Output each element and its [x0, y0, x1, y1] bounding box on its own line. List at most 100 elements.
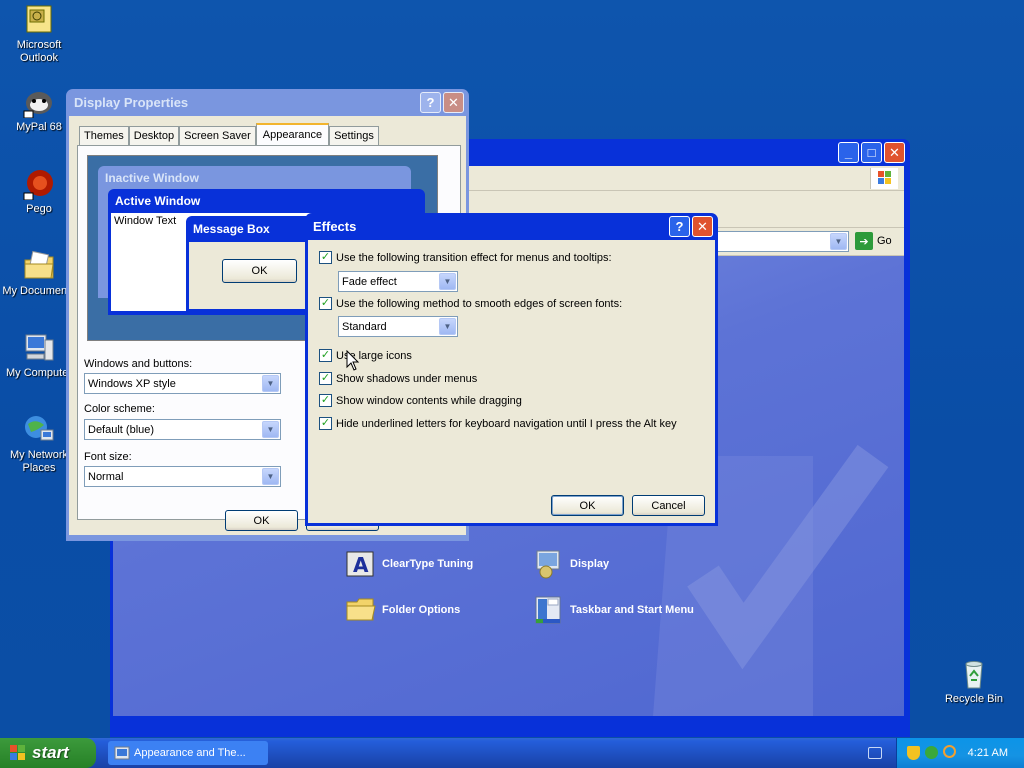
start-button[interactable]: start: [0, 738, 96, 768]
hide-underlines-checkbox[interactable]: ✓ Hide underlined letters for keyboard na…: [319, 417, 677, 430]
checkbox-label: Use the following method to smooth edges…: [336, 297, 623, 310]
desktop-icon-label: My Computer: [5, 367, 73, 379]
security-shield-icon[interactable]: [907, 746, 920, 760]
display-properties-titlebar[interactable]: Display Properties ? ✕: [69, 89, 466, 116]
smooth-edges-select[interactable]: Standard ▼: [338, 316, 458, 337]
desktop-icon-label: Recycle Bin: [944, 693, 1004, 705]
minimize-icon[interactable]: _: [838, 142, 859, 163]
network-icon[interactable]: [925, 746, 938, 759]
my-documents-icon: [23, 250, 55, 282]
cp-item-label: Taskbar and Start Menu: [570, 604, 694, 616]
taskbar: start Appearance and The... 4:21 AM: [0, 738, 1024, 768]
desktop-icon-label: Microsoft Outlook: [16, 39, 62, 64]
effects-dialog[interactable]: Effects ? ✕ ✓ Use the following transitio…: [305, 213, 718, 526]
cp-item-label: Folder Options: [382, 604, 461, 616]
menu-shadows-checkbox[interactable]: ✓ Show shadows under menus: [319, 372, 477, 385]
color-scheme-select[interactable]: Default (blue) ▼: [84, 419, 281, 440]
mypal-icon: [23, 86, 55, 119]
window-title: Effects: [313, 219, 357, 234]
effects-client: ✓ Use the following transition effect for…: [308, 240, 715, 523]
checkmark-icon: ✓: [319, 372, 332, 385]
tab-label: Screen Saver: [184, 130, 251, 142]
chevron-down-icon[interactable]: ▼: [439, 318, 456, 335]
close-icon[interactable]: ✕: [443, 92, 464, 113]
go-label: Go: [877, 235, 892, 247]
taskbar-item-appearance-themes[interactable]: Appearance and The...: [108, 741, 268, 765]
checkbox-label: Hide underlined letters for keyboard nav…: [336, 417, 677, 430]
ok-button[interactable]: OK: [225, 510, 298, 531]
chevron-down-icon[interactable]: ▼: [262, 468, 279, 485]
checkmark-icon: ✓: [319, 251, 332, 264]
tab-desktop[interactable]: Desktop: [128, 126, 180, 145]
select-value: Windows XP style: [88, 377, 176, 390]
search-icon[interactable]: [943, 745, 956, 758]
font-size-label: Font size:: [84, 451, 132, 463]
cleartype-tuning-link[interactable]: A ClearType Tuning: [345, 548, 473, 580]
desktop-icon-label: My Documents: [2, 285, 76, 297]
tab-appearance[interactable]: Appearance: [255, 123, 330, 145]
desktop-icon-recycle-bin[interactable]: Recycle Bin: [935, 658, 1013, 706]
checkbox-label: Show window contents while dragging: [336, 394, 522, 407]
tab-themes[interactable]: Themes: [79, 126, 129, 145]
color-scheme-label: Color scheme:: [84, 403, 155, 415]
effects-cancel-button[interactable]: Cancel: [632, 495, 705, 516]
chevron-down-icon[interactable]: ▼: [262, 421, 279, 438]
cp-item-label: Display: [570, 558, 610, 570]
cleartype-icon: A: [345, 548, 377, 580]
effects-titlebar[interactable]: Effects ? ✕: [308, 213, 715, 240]
clock[interactable]: 4:21 AM: [968, 747, 1008, 759]
close-icon[interactable]: ✕: [884, 142, 905, 163]
button-label: Cancel: [651, 499, 686, 512]
taskbar-icon: [533, 594, 565, 626]
chevron-down-icon[interactable]: ▼: [439, 273, 456, 290]
start-label: start: [32, 743, 69, 762]
windows-logo-icon: [870, 168, 898, 189]
help-icon[interactable]: ?: [420, 92, 441, 113]
button-label: OK: [251, 265, 268, 277]
go-button[interactable]: ➔ Go: [855, 232, 892, 250]
windows-buttons-select[interactable]: Windows XP style ▼: [84, 373, 281, 394]
tab-label: Themes: [84, 130, 124, 142]
checkmark-icon: ✓: [319, 394, 332, 407]
button-label: OK: [579, 499, 596, 512]
select-value: Normal: [88, 470, 124, 483]
drag-contents-checkbox[interactable]: ✓ Show window contents while dragging: [319, 394, 522, 407]
smooth-edges-checkbox[interactable]: ✓ Use the following method to smooth edge…: [319, 297, 622, 310]
maximize-icon[interactable]: □: [861, 142, 882, 163]
effects-ok-button[interactable]: OK: [551, 495, 624, 516]
select-value: Default (blue): [88, 423, 155, 436]
tab-screen-saver[interactable]: Screen Saver: [179, 126, 256, 145]
checkmark-icon: ✓: [319, 349, 332, 362]
checkbox-label: Show shadows under menus: [336, 372, 478, 385]
mouse-cursor-icon: [346, 350, 360, 371]
transition-effect-checkbox[interactable]: ✓ Use the following transition effect for…: [319, 251, 612, 264]
tab-settings[interactable]: Settings: [329, 126, 379, 145]
tab-label: Settings: [334, 130, 374, 142]
outlook-icon: [23, 4, 55, 36]
chevron-down-icon[interactable]: ▼: [830, 233, 847, 250]
desktop-icon-outlook[interactable]: Microsoft Outlook: [0, 4, 78, 65]
transition-effect-select[interactable]: Fade effect ▼: [338, 271, 458, 292]
taskbar-start-menu-link[interactable]: Taskbar and Start Menu: [533, 594, 694, 626]
windows-buttons-label: Windows and buttons:: [84, 358, 193, 370]
desktop-icon-label: MyPal 68: [16, 121, 62, 133]
window-title: Display Properties: [74, 95, 189, 110]
chevron-down-icon[interactable]: ▼: [262, 375, 279, 392]
keyboard-icon[interactable]: [868, 747, 882, 759]
tab-label: Appearance: [262, 129, 323, 141]
large-icons-checkbox[interactable]: ✓ Use large icons: [319, 349, 412, 362]
desktop-icon-label: My Network Places: [9, 449, 69, 474]
close-icon[interactable]: ✕: [692, 216, 713, 237]
cp-item-label: ClearType Tuning: [382, 558, 474, 570]
my-computer-icon: [23, 332, 55, 364]
svg-text:A: A: [353, 553, 369, 577]
network-places-icon: [23, 414, 55, 446]
display-link[interactable]: Display: [533, 548, 609, 580]
go-arrow-icon: ➔: [855, 232, 873, 250]
desktop: Microsoft Outlook MyPal 68 Pego My Docum…: [0, 0, 1024, 738]
folder-options-link[interactable]: Folder Options: [345, 594, 460, 626]
font-size-select[interactable]: Normal ▼: [84, 466, 281, 487]
tab-strip: Themes Desktop Screen Saver Appearance S…: [79, 123, 379, 145]
checkmark-icon: ✓: [319, 297, 332, 310]
help-icon[interactable]: ?: [669, 216, 690, 237]
